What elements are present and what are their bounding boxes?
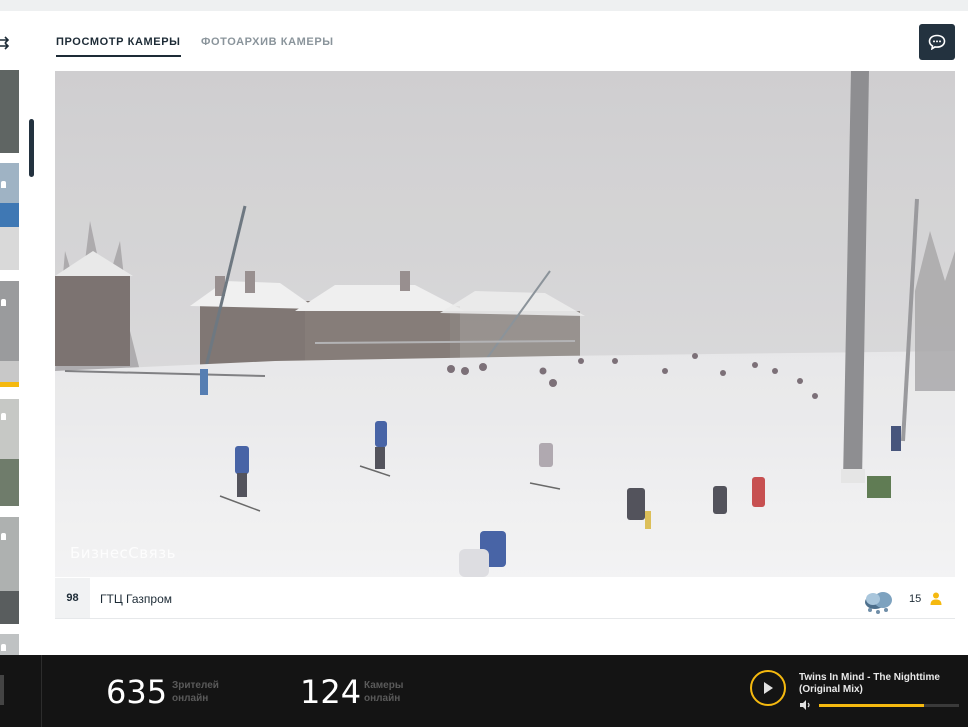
chat-icon: [928, 34, 946, 50]
play-button[interactable]: [750, 670, 786, 706]
track-subtitle: (Original Mix): [799, 684, 863, 695]
snowy-slope-image: [55, 71, 955, 577]
camera-thumbnail[interactable]: [0, 399, 19, 506]
active-thumb-indicator: [0, 382, 19, 387]
camera-thumbnail[interactable]: [0, 163, 19, 270]
volume-icon[interactable]: [800, 700, 812, 710]
menu-icon: [0, 675, 4, 705]
chat-button[interactable]: [919, 24, 955, 60]
camera-number: 98: [55, 578, 90, 618]
viewers-online-count: 635: [106, 673, 168, 711]
camera-thumbnail-strip: [0, 70, 20, 655]
camera-thumbnail[interactable]: [0, 517, 19, 624]
volume-level: [819, 704, 924, 707]
viewers-online-label-line2: онлайн: [172, 693, 209, 704]
snow-cloud-icon: [865, 592, 892, 614]
cameras-online-label-line2: онлайн: [364, 693, 401, 704]
camera-viewers-count: 15: [909, 593, 922, 605]
cameras-online-count: 124: [300, 673, 362, 711]
track-title: Twins In Mind - The Nighttime: [799, 672, 940, 683]
broadcaster-watermark: БизнесСвязь: [70, 544, 176, 562]
volume-slider[interactable]: [819, 704, 959, 707]
camera-info-row: 98 ГТЦ Газпром 15: [55, 578, 955, 619]
bottom-bar-left-panel[interactable]: [0, 655, 42, 727]
shuffle-icon[interactable]: [0, 34, 12, 52]
camera-name: ГТЦ Газпром: [100, 592, 172, 606]
thumb-scrollbar[interactable]: [29, 119, 34, 177]
camera-thumbnail[interactable]: [0, 634, 19, 655]
person-icon: [930, 592, 942, 605]
camera-stream[interactable]: [55, 71, 955, 577]
viewers-online-label-line1: Зрителей: [172, 680, 219, 691]
cameras-online-label-line1: Камеры: [364, 680, 404, 691]
tab-camera-view[interactable]: ПРОСМОТР КАМЕРЫ: [56, 36, 181, 57]
camera-thumbnail-active[interactable]: [0, 281, 19, 384]
tab-photo-archive[interactable]: ФОТОАРХИВ КАМЕРЫ: [201, 36, 334, 48]
camera-thumbnail[interactable]: [0, 70, 19, 153]
bottom-bar: 635 Зрителей онлайн 124 Камеры онлайн Tw…: [0, 655, 968, 727]
play-icon: [764, 682, 773, 694]
